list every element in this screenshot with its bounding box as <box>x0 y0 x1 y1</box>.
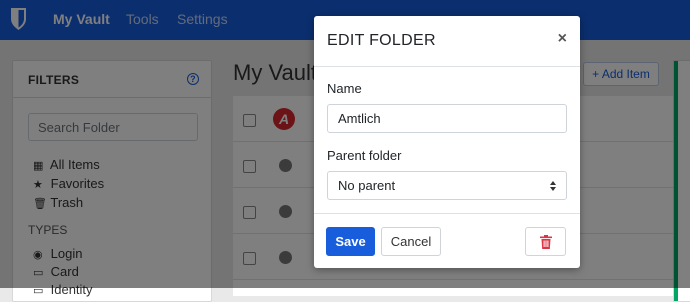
parent-folder-label: Parent folder <box>327 148 402 163</box>
folder-name-input[interactable]: Amtlich <box>327 104 567 133</box>
cancel-button[interactable]: Cancel <box>381 227 441 256</box>
name-label: Name <box>327 81 362 96</box>
delete-button[interactable] <box>525 227 566 256</box>
select-caret-icon <box>550 181 556 191</box>
close-icon[interactable]: × <box>558 30 567 48</box>
edit-folder-dialog: EDIT FOLDER × Name Amtlich Parent folder… <box>314 16 580 268</box>
modal-header: EDIT FOLDER × <box>314 16 580 67</box>
save-button[interactable]: Save <box>326 227 375 256</box>
modal-title: EDIT FOLDER <box>327 32 436 49</box>
parent-folder-select[interactable]: No parent <box>327 171 567 200</box>
trash-icon <box>539 235 552 249</box>
parent-folder-value: No parent <box>338 178 396 193</box>
modal-footer: Save Cancel <box>314 213 580 269</box>
